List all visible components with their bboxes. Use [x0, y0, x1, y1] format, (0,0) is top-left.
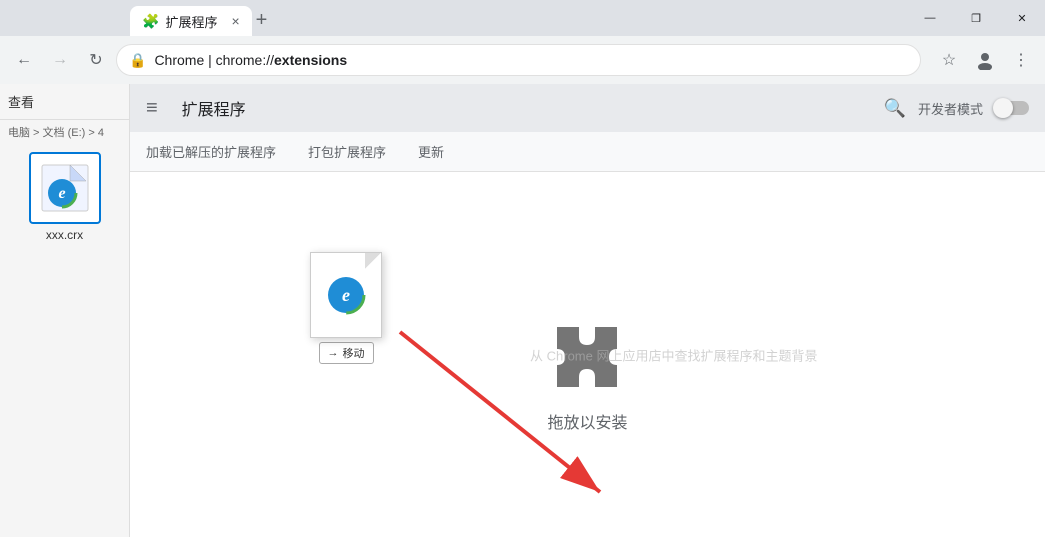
menu-icon[interactable]: ⋮	[1005, 44, 1037, 76]
title-bar: 🧩 扩展程序 × + — ❐ ✕	[0, 0, 1045, 36]
crx-file-item[interactable]: e xxx.crx	[8, 152, 121, 242]
dragging-ie-icon: e	[324, 273, 368, 317]
nav-label: 查看	[0, 84, 129, 119]
tab-title: 扩展程序	[165, 12, 217, 31]
update-link[interactable]: 更新	[418, 142, 444, 161]
crx-file-label: xxx.crx	[46, 228, 83, 242]
ext-page-title: 扩展程序	[182, 96, 246, 120]
badge-text: 移动	[343, 345, 365, 361]
forward-button: →	[44, 44, 76, 76]
breadcrumb: 电脑 > 文档 (E:) > 4	[0, 119, 129, 144]
url-path-part: extensions	[274, 52, 347, 68]
close-button[interactable]: ✕	[999, 0, 1045, 36]
tab-favicon-icon: 🧩	[142, 13, 159, 30]
browser-toolbar: ← → ↻ 🔒 Chrome | chrome://extensions ☆ ⋮	[0, 36, 1045, 84]
ext-search-icon[interactable]: 🔍	[884, 98, 906, 119]
crx-file-icon: e	[40, 163, 90, 213]
active-tab[interactable]: 🧩 扩展程序 ×	[130, 6, 252, 36]
back-button[interactable]: ←	[8, 44, 40, 76]
bookmark-icon[interactable]: ☆	[933, 44, 965, 76]
svg-text:e: e	[58, 185, 65, 202]
dragging-move-badge: → 移动	[319, 342, 374, 364]
security-icon: 🔒	[129, 52, 146, 69]
drop-target: 拖放以安装	[547, 317, 627, 433]
left-panel: 查看 电脑 > 文档 (E:) > 4 e	[0, 84, 130, 537]
url-display: Chrome | chrome://extensions	[154, 52, 908, 68]
account-icon[interactable]	[969, 44, 1001, 76]
ext-dev-mode-toggle[interactable]	[995, 101, 1029, 115]
new-tab-button[interactable]: +	[256, 9, 268, 32]
tab-strip: 🧩 扩展程序 × +	[130, 0, 267, 36]
ext-toolbar: ≡ 扩展程序 🔍 开发者模式	[130, 84, 1045, 132]
ext-toggle-thumb	[993, 98, 1013, 118]
main-area: 查看 电脑 > 文档 (E:) > 4 e	[0, 84, 1045, 537]
ext-dev-mode-label: 开发者模式	[918, 99, 983, 118]
refresh-button[interactable]: ↻	[80, 44, 112, 76]
ext-subtoolbar: 加载已解压的扩展程序 打包扩展程序 更新	[130, 132, 1045, 172]
window-controls: — ❐ ✕	[907, 0, 1045, 36]
maximize-button[interactable]: ❐	[953, 0, 999, 36]
drag-icon-corner	[365, 253, 381, 269]
drop-label: 拖放以安装	[547, 409, 627, 433]
ext-toolbar-right: 🔍 开发者模式	[884, 98, 1029, 119]
puzzle-icon	[547, 317, 627, 397]
dragging-file: e → 移动	[310, 252, 382, 364]
pack-extension-link[interactable]: 打包扩展程序	[308, 142, 386, 161]
chrome-extensions-page: ≡ 扩展程序 🔍 开发者模式 加载已解压的扩展程序 打包扩展程序 更新	[130, 84, 1045, 537]
crx-file-icon-wrapper: e	[29, 152, 101, 224]
tab-close-button[interactable]: ×	[231, 13, 239, 29]
load-unpacked-link[interactable]: 加载已解压的扩展程序	[146, 142, 276, 161]
badge-arrow-icon: →	[328, 347, 339, 359]
omnibox[interactable]: 🔒 Chrome | chrome://extensions	[116, 44, 921, 76]
toolbar-right: ☆ ⋮	[933, 44, 1037, 76]
ext-menu-icon[interactable]: ≡	[146, 97, 158, 120]
minimize-button[interactable]: —	[907, 0, 953, 36]
drop-zone-area: 从 Chrome 网上应用店中查找扩展程序和主题背景 e → 移动	[130, 172, 1045, 537]
dragging-icon-wrapper: e	[310, 252, 382, 338]
svg-text:e: e	[342, 285, 350, 305]
window-frame: 🧩 扩展程序 × + — ❐ ✕ ← → ↻ 🔒 Chrome | chrome…	[0, 0, 1045, 537]
url-chrome-part: Chrome | chrome://	[154, 52, 274, 68]
